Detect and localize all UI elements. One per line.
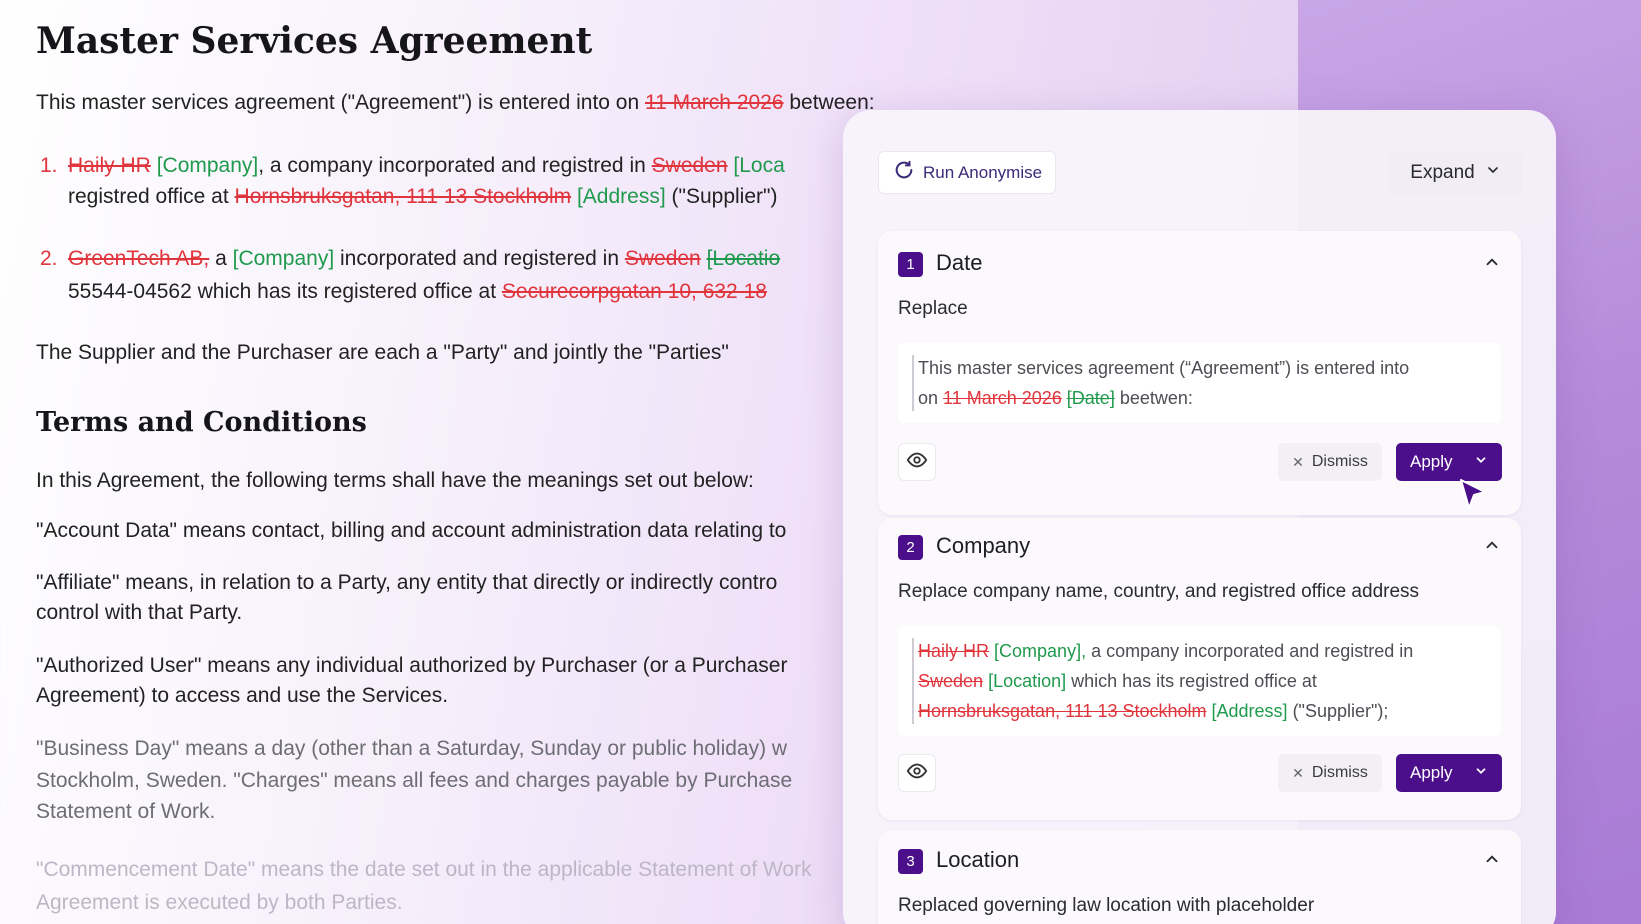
change-preview: This master services agreement (“Agreeme… <box>898 343 1501 423</box>
terms-heading: Terms and Conditions <box>36 407 367 438</box>
suggestion-card-company: 2 Company Replace company name, country,… <box>878 518 1521 820</box>
anonymise-panel: Run Anonymise Expand 1 Date Replace This… <box>843 110 1556 924</box>
card-number-badge: 3 <box>898 849 923 874</box>
definition-account-data: "Account Data" means contact, billing an… <box>36 519 787 542</box>
card-subtitle: Replace company name, country, and regis… <box>898 581 1420 602</box>
definition-user-line1: "Authorized User" means any individual a… <box>36 654 788 677</box>
mouse-cursor-icon <box>1459 478 1489 517</box>
terms-intro: In this Agreement, the following terms s… <box>36 469 754 492</box>
dismiss-label: Dismiss <box>1311 764 1368 781</box>
suggestion-card-date: 1 Date Replace This master services agre… <box>878 231 1521 515</box>
suggestion-card-location: 3 Location Replaced governing law locati… <box>878 830 1521 924</box>
dismiss-button[interactable]: ✕ Dismiss <box>1278 443 1382 481</box>
chevron-up-icon[interactable] <box>1483 850 1501 873</box>
card-title: Date <box>936 250 983 275</box>
change-preview: Haily HR [Company], a company incorporat… <box>898 626 1501 736</box>
apply-button[interactable]: Apply <box>1396 754 1502 792</box>
expand-label: Expand <box>1410 161 1475 183</box>
definition-commencement-line1: "Commencement Date" means the date set o… <box>36 858 812 881</box>
preview-eye-button[interactable] <box>898 754 936 792</box>
definition-affiliate-line2: control with that Party. <box>36 601 243 624</box>
preview-eye-button[interactable] <box>898 443 936 481</box>
chevron-down-icon[interactable] <box>1474 452 1488 472</box>
dismiss-button[interactable]: ✕ Dismiss <box>1278 754 1382 792</box>
eye-icon <box>906 760 928 787</box>
list-number: 2. <box>40 247 58 270</box>
definition-business-line2: Stockholm, Sweden. "Charges" means all f… <box>36 769 793 792</box>
chevron-up-icon[interactable] <box>1483 253 1501 276</box>
chevron-down-icon[interactable] <box>1474 763 1488 783</box>
apply-button[interactable]: Apply <box>1396 443 1502 481</box>
apply-label: Apply <box>1410 763 1453 782</box>
dismiss-label: Dismiss <box>1311 453 1368 470</box>
list-number: 1. <box>40 154 58 177</box>
eye-icon <box>906 449 928 476</box>
list-item-2-line1: GreenTech AB, a [Company] incorporated a… <box>68 247 781 270</box>
list-item-2-line2: 55544-04562 which has its registered off… <box>68 280 767 303</box>
chevron-up-icon[interactable] <box>1483 536 1501 559</box>
run-anonymise-label: Run Anonymise <box>923 162 1043 182</box>
intro-paragraph: This master services agreement ("Agreeme… <box>36 91 875 114</box>
expand-button[interactable]: Expand <box>1389 151 1522 194</box>
card-number-badge: 2 <box>898 535 923 560</box>
definition-commencement-line2: Agreement is executed by both Parties. <box>36 891 403 914</box>
definition-business-line3: Statement of Work. <box>36 800 216 823</box>
card-number-badge: 1 <box>898 252 923 277</box>
close-icon: ✕ <box>1292 453 1304 470</box>
parties-paragraph: The Supplier and the Purchaser are each … <box>36 341 729 364</box>
apply-label: Apply <box>1410 452 1453 471</box>
document-title: Master Services Agreement <box>36 20 593 62</box>
refresh-icon <box>893 159 915 186</box>
card-subtitle: Replaced governing law location with pla… <box>898 895 1315 916</box>
definition-business-line1: "Business Day" means a day (other than a… <box>36 737 788 760</box>
definition-user-line2: Agreement) to access and use the Service… <box>36 684 449 707</box>
card-subtitle: Replace <box>898 298 968 319</box>
list-item-1-line1: Haily HR [Company], a company incorporat… <box>68 154 785 177</box>
definition-affiliate-line1: "Affiliate" means, in relation to a Part… <box>36 571 778 594</box>
run-anonymise-button[interactable]: Run Anonymise <box>878 151 1056 194</box>
card-title: Location <box>936 847 1020 872</box>
redacted-date: 11 March 2026 <box>645 91 784 114</box>
list-item-1-line2: registred office at Hornsbruksgatan, 111… <box>68 185 778 208</box>
chevron-down-icon <box>1485 162 1501 184</box>
close-icon: ✕ <box>1292 764 1304 781</box>
card-title: Company <box>936 533 1031 558</box>
